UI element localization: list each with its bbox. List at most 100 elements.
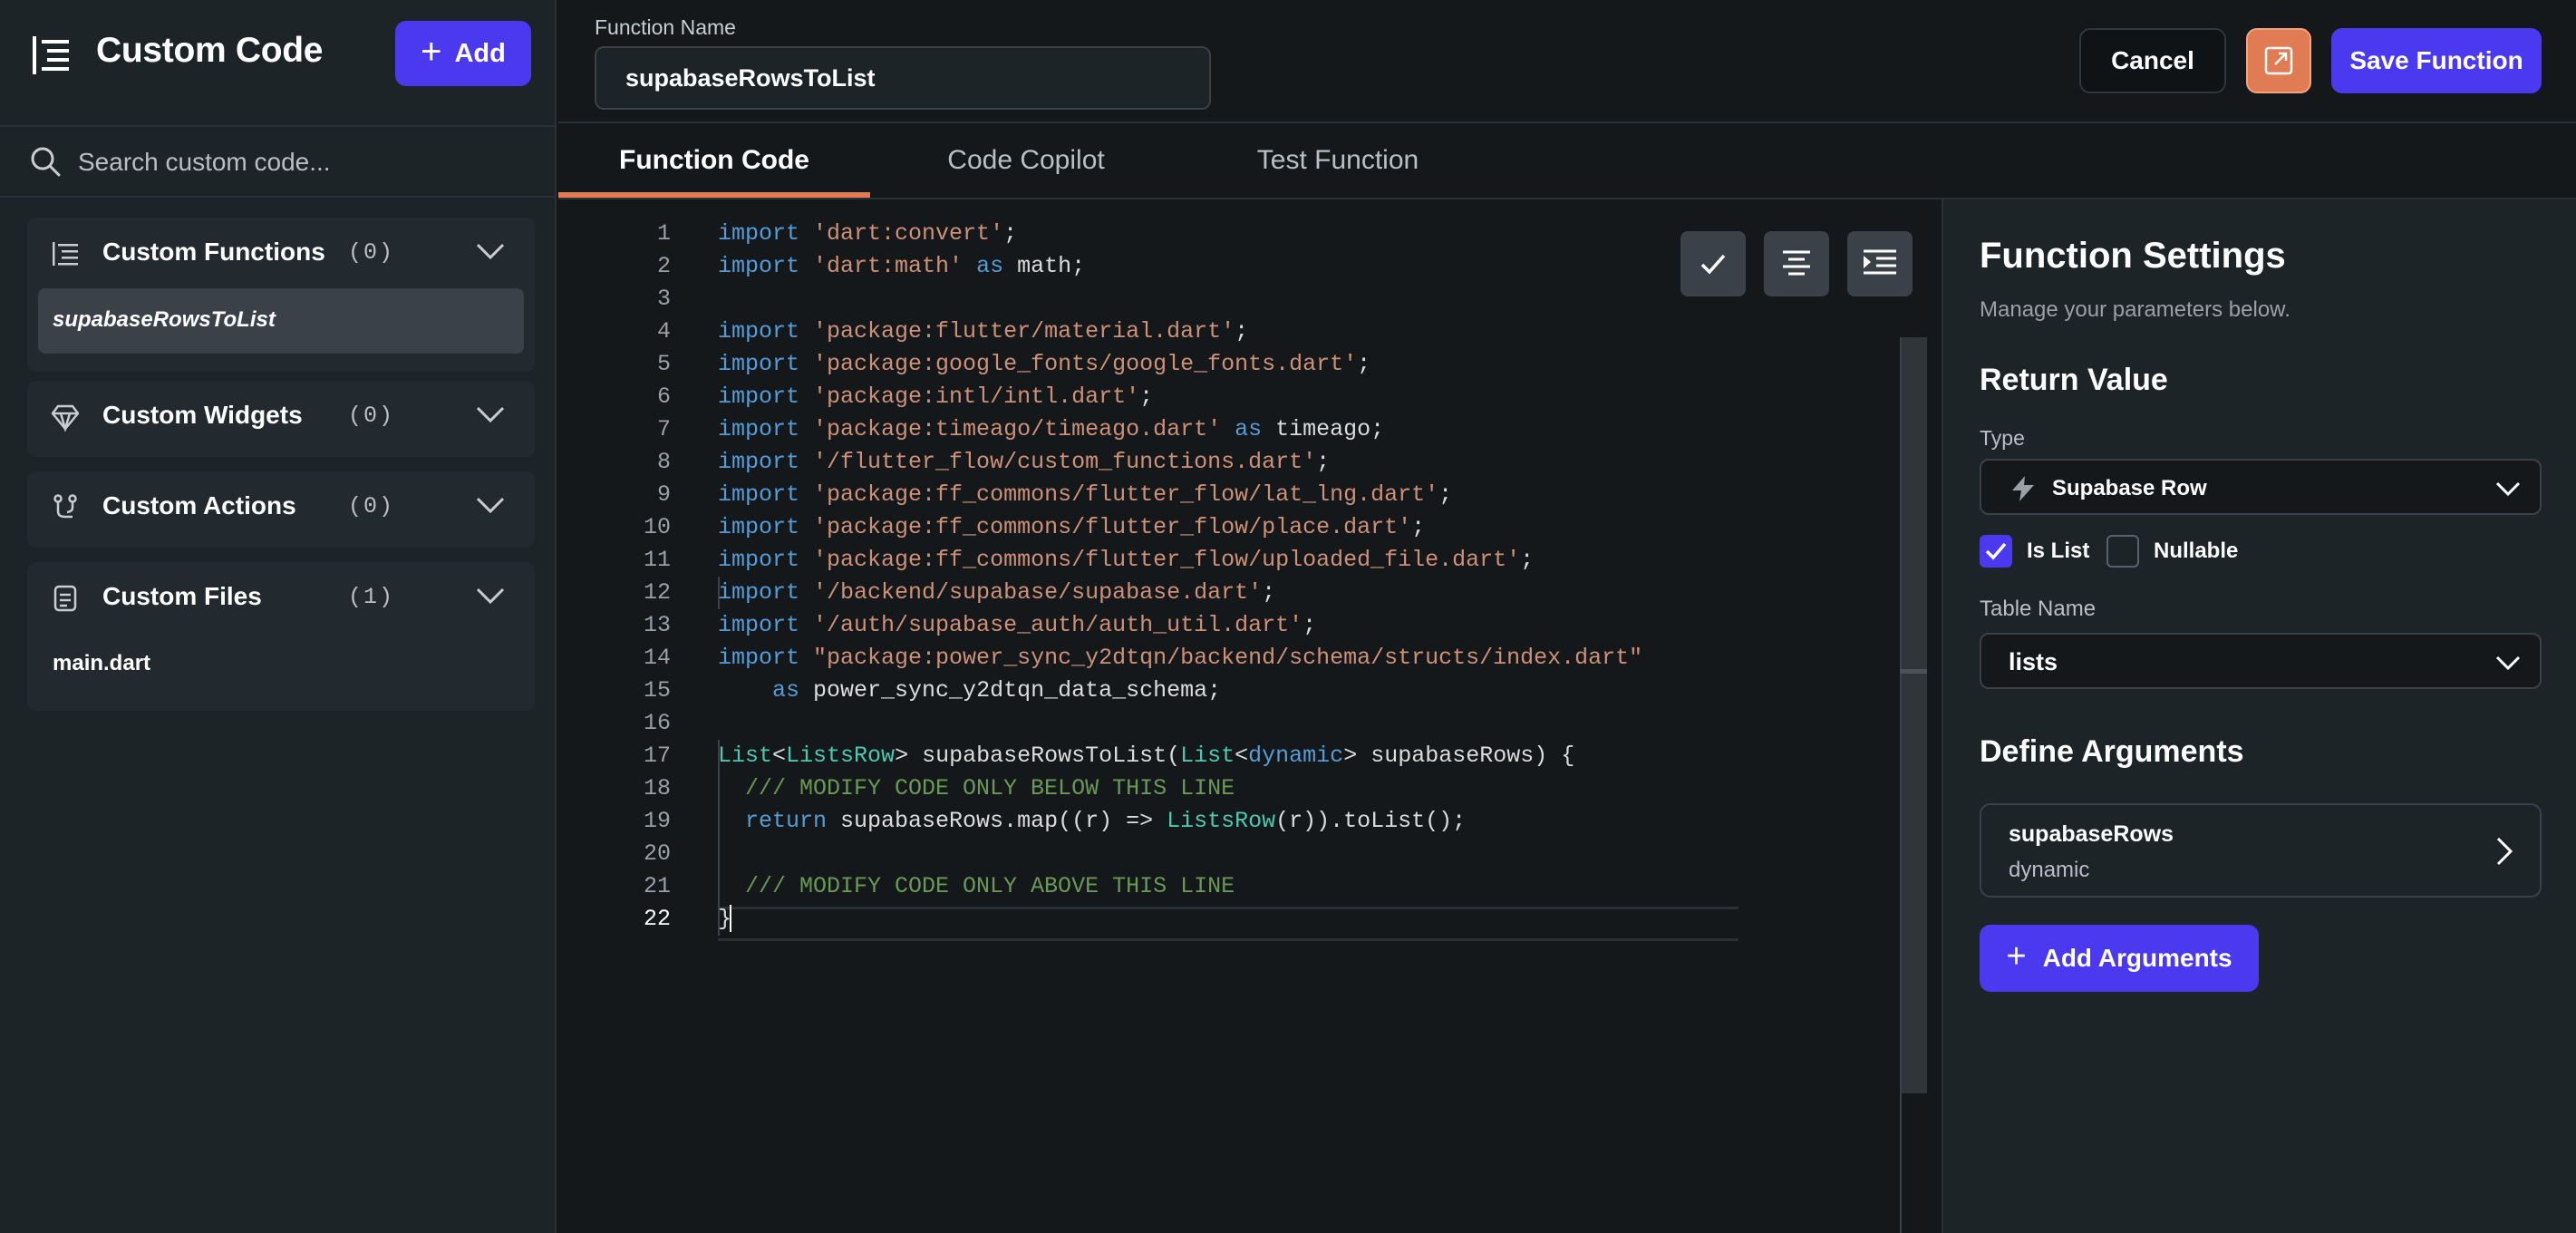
search-icon bbox=[31, 147, 61, 177]
code-text: import 'package:intl/intl.dart'; bbox=[718, 383, 1154, 410]
format-check-button[interactable] bbox=[1680, 231, 1746, 296]
nullable-checkbox[interactable] bbox=[2106, 535, 2139, 568]
table-name-value: lists bbox=[2009, 648, 2058, 675]
is-list-checkbox[interactable] bbox=[1980, 535, 2012, 568]
nullable-label: Nullable bbox=[2154, 539, 2239, 563]
section-title: Custom Actions bbox=[102, 491, 296, 519]
code-line: 13 import '/auth/supabase_auth/auth_util.… bbox=[558, 609, 1900, 642]
section-custom-widgets: Custom Widgets (0) bbox=[27, 381, 535, 457]
code-line: 19 return supabaseRows.map((r) => ListsR… bbox=[558, 805, 1900, 838]
code-line: 8 import '/flutter_flow/custom_functions.… bbox=[558, 446, 1900, 479]
line-number: 7 bbox=[656, 416, 671, 442]
sidebar-title: Custom Code bbox=[96, 31, 324, 70]
section-custom-functions: Custom Functions (0) supabaseRowsToList bbox=[27, 218, 535, 372]
check-icon bbox=[1985, 542, 2007, 560]
section-count: (0) bbox=[348, 239, 395, 266]
table-name-dropdown[interactable]: lists bbox=[1980, 633, 2542, 689]
section-header-custom-actions[interactable]: Custom Actions (0) bbox=[27, 471, 535, 542]
save-function-button[interactable]: Save Function bbox=[2331, 28, 2542, 93]
tab-code-copilot[interactable]: Code Copilot bbox=[870, 123, 1182, 198]
is-list-label: Is List bbox=[2027, 539, 2090, 563]
function-settings-panel: Function Settings Manage your parameters… bbox=[1942, 199, 2576, 1233]
plus-icon: + bbox=[2006, 937, 2027, 976]
function-item-label: supabaseRowsToList bbox=[53, 307, 276, 332]
text-cursor bbox=[730, 905, 732, 933]
tab-bar: Function Code Code Copilot Test Function bbox=[558, 123, 2576, 198]
code-line: 11 import 'package:ff_commons/flutter_flo… bbox=[558, 544, 1900, 577]
line-number: 3 bbox=[656, 286, 671, 312]
line-number: 13 bbox=[643, 612, 671, 638]
chevron-down-icon bbox=[476, 406, 505, 423]
code-text: as power_sync_y2dtqn_data_schema; bbox=[772, 677, 1222, 704]
code-line: 9 import 'package:ff_commons/flutter_flow… bbox=[558, 479, 1900, 511]
section-header-custom-files[interactable]: Custom Files (1) bbox=[27, 562, 535, 633]
indent-icon bbox=[1864, 249, 1896, 275]
line-number: 17 bbox=[643, 743, 671, 769]
define-arguments-title: Define Arguments bbox=[1980, 734, 2244, 769]
indent-button[interactable] bbox=[1847, 231, 1913, 296]
argument-card[interactable]: supabaseRows dynamic bbox=[1980, 803, 2542, 898]
return-type-value: Supabase Row bbox=[2052, 476, 2207, 500]
section-header-custom-widgets[interactable]: Custom Widgets (0) bbox=[27, 381, 535, 451]
chevron-down-icon bbox=[476, 243, 505, 260]
code-text: import 'package:ff_commons/flutter_flow/… bbox=[718, 547, 1535, 573]
code-text: return supabaseRows.map((r) => ListsRow(… bbox=[745, 808, 1467, 834]
line-number: 5 bbox=[656, 351, 671, 377]
line-number: 4 bbox=[656, 318, 671, 345]
open-external-button[interactable] bbox=[2246, 28, 2311, 93]
code-line: 7 import 'package:timeago/timeago.dart' a… bbox=[558, 413, 1900, 446]
search-bar bbox=[0, 125, 557, 198]
line-number: 10 bbox=[643, 514, 671, 540]
sidebar-header: Custom Code + Add bbox=[0, 0, 557, 109]
search-input[interactable] bbox=[78, 143, 531, 181]
settings-subtitle: Manage your parameters below. bbox=[1980, 297, 2290, 322]
code-text: /// MODIFY CODE ONLY BELOW THIS LINE bbox=[718, 775, 1235, 801]
file-icon bbox=[53, 585, 77, 612]
code-text: import 'package:timeago/timeago.dart' as… bbox=[718, 416, 1385, 442]
function-item-supabase-rows-to-list[interactable]: supabaseRowsToList bbox=[38, 288, 524, 354]
chevron-right-icon bbox=[2496, 837, 2513, 866]
code-line: 18 /// MODIFY CODE ONLY BELOW THIS LINE bbox=[558, 772, 1900, 805]
code-text: import "package:power_sync_y2dtqn/backen… bbox=[718, 645, 1643, 671]
add-button[interactable]: + Add bbox=[395, 21, 531, 86]
tab-function-code[interactable]: Function Code bbox=[558, 123, 870, 198]
editor-scrollbar[interactable] bbox=[1900, 337, 1927, 1093]
chevron-down-icon bbox=[2495, 655, 2521, 671]
line-number: 15 bbox=[643, 677, 671, 704]
code-line: 6 import 'package:intl/intl.dart'; bbox=[558, 381, 1900, 413]
code-line: 14 import "package:power_sync_y2dtqn/back… bbox=[558, 642, 1900, 675]
code-line: 21 /// MODIFY CODE ONLY ABOVE THIS LINE bbox=[558, 870, 1900, 903]
section-title: Custom Functions bbox=[102, 238, 325, 266]
return-type-dropdown[interactable]: Supabase Row bbox=[1980, 459, 2542, 515]
code-text: List<ListsRow> supabaseRowsToList(List<d… bbox=[718, 743, 1575, 769]
code-text: import '/flutter_flow/custom_functions.d… bbox=[718, 449, 1331, 475]
check-icon bbox=[1700, 254, 1726, 275]
argument-name: supabaseRows bbox=[2009, 821, 2174, 847]
branch-icon bbox=[53, 494, 77, 519]
section-count: (0) bbox=[348, 493, 395, 519]
section-count: (0) bbox=[348, 403, 395, 429]
custom-code-icon bbox=[33, 36, 69, 74]
code-line: 16 bbox=[558, 707, 1900, 740]
diamond-icon bbox=[51, 404, 80, 432]
settings-title: Function Settings bbox=[1980, 236, 2286, 276]
code-editor[interactable]: 1 import 'dart:convert'; 2 import 'dart:mat… bbox=[558, 199, 1942, 1233]
line-number: 16 bbox=[643, 710, 671, 736]
code-line: 12 import '/backend/supabase/supabase.dar… bbox=[558, 577, 1900, 609]
section-header-custom-functions[interactable]: Custom Functions (0) bbox=[27, 218, 535, 288]
table-name-label: Table Name bbox=[1980, 597, 2097, 621]
file-item-main-dart[interactable]: main.dart bbox=[53, 651, 150, 676]
cancel-button[interactable]: Cancel bbox=[2079, 28, 2226, 93]
align-button[interactable] bbox=[1764, 231, 1829, 296]
line-number: 12 bbox=[643, 579, 671, 606]
function-name-input[interactable] bbox=[595, 46, 1211, 110]
code-text: import '/backend/supabase/supabase.dart'… bbox=[718, 579, 1276, 606]
code-text: import 'package:ff_commons/flutter_flow/… bbox=[718, 481, 1453, 508]
add-arguments-button[interactable]: + Add Arguments bbox=[1980, 925, 2259, 992]
scrollbar-marker bbox=[1900, 669, 1927, 674]
tab-test-function[interactable]: Test Function bbox=[1182, 123, 1494, 198]
chevron-down-icon bbox=[476, 587, 505, 605]
code-line: 15 as power_sync_y2dtqn_data_schema; bbox=[558, 675, 1900, 707]
line-number: 22 bbox=[643, 906, 671, 932]
section-custom-files: Custom Files (1) main.dart bbox=[27, 562, 535, 711]
